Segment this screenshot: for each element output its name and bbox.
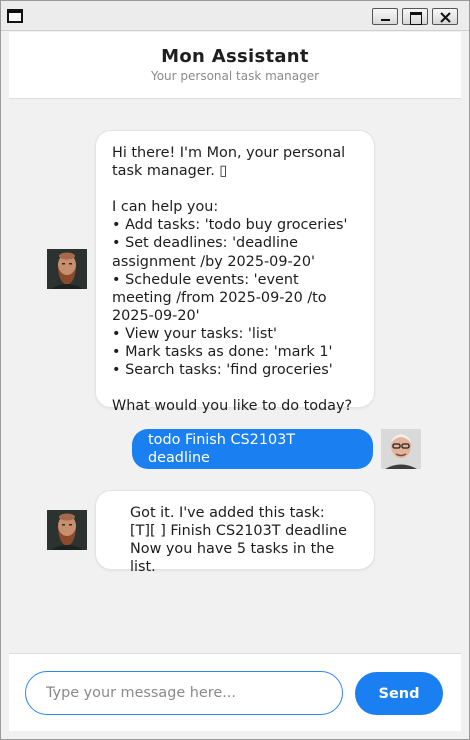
page-title: Mon Assistant — [161, 46, 309, 67]
send-button[interactable]: Send — [355, 672, 443, 715]
user-message-bubble: todo Finish CS2103T deadline — [132, 429, 373, 469]
minimize-icon[interactable] — [372, 8, 398, 25]
page-subtitle: Your personal task manager — [150, 69, 320, 83]
message-composer: Send — [9, 653, 461, 731]
message-input[interactable] — [25, 671, 343, 715]
close-icon[interactable] — [432, 8, 458, 25]
window-app-icon — [7, 9, 23, 23]
bot-avatar — [47, 510, 87, 550]
bot-avatar — [47, 249, 87, 289]
chat-scroll-area[interactable]: Hi there! I'm Mon, your personal task ma… — [9, 99, 461, 653]
bot-message-bubble: Hi there! I'm Mon, your personal task ma… — [95, 130, 375, 414]
message-list: Hi there! I'm Mon, your personal task ma… — [9, 99, 461, 599]
app-header: Mon Assistant Your personal task manager — [9, 32, 461, 99]
title-bar[interactable] — [1, 1, 469, 31]
user-avatar — [381, 429, 421, 469]
app-window: Mon Assistant Your personal task manager… — [0, 0, 470, 740]
maximize-icon[interactable] — [402, 8, 428, 25]
bot-message-bubble: Got it. I've added this task: [T][ ] Fin… — [95, 490, 375, 575]
